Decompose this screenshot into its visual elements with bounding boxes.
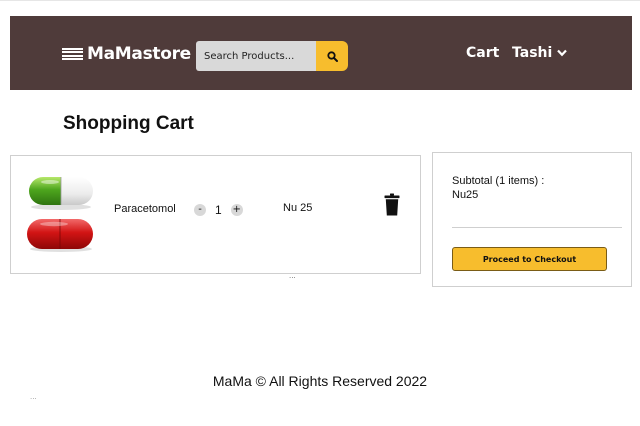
subtotal-label: Subtotal (1 items) : — [452, 175, 545, 187]
remove-item-button[interactable] — [384, 193, 400, 216]
cart-item-card: Paracetomol - 1 + Nu 25 — [10, 155, 421, 274]
search-bar — [196, 41, 348, 71]
trash-icon — [384, 193, 400, 216]
search-button[interactable] — [316, 41, 348, 71]
page-title: Shopping Cart — [63, 113, 194, 134]
hamburger-menu-icon[interactable] — [62, 47, 83, 61]
decrease-quantity-button[interactable]: - — [194, 204, 206, 216]
order-summary-card: Subtotal (1 items) : Nu25 Proceed to Che… — [432, 152, 632, 287]
truncation-indicator: ... — [289, 271, 296, 280]
increase-quantity-button[interactable]: + — [230, 204, 243, 216]
chevron-down-icon — [557, 49, 568, 57]
site-header: MaMastore Cart Tashi — [10, 16, 632, 90]
brand-link[interactable]: MaMastore — [62, 42, 191, 66]
proceed-to-checkout-button[interactable]: Proceed to Checkout — [452, 247, 607, 271]
subtotal-value: Nu25 — [452, 189, 479, 201]
item-price: Nu 25 — [283, 202, 313, 214]
capsule-pills-image — [27, 177, 93, 252]
footer-copyright: MaMa © All Rights Reserved 2022 — [212, 373, 428, 389]
quantity-value: 1 — [215, 203, 222, 217]
search-input[interactable] — [196, 41, 316, 71]
quantity-stepper: - 1 + — [194, 203, 243, 217]
user-name: Tashi — [512, 45, 553, 61]
product-name[interactable]: Paracetomol — [114, 203, 176, 215]
summary-divider — [452, 227, 622, 228]
top-border — [0, 0, 640, 1]
brand-name: MaMastore — [87, 44, 191, 64]
user-menu[interactable]: Tashi — [512, 45, 568, 61]
footer-truncation-indicator: ... — [30, 392, 37, 401]
nav-cart-link[interactable]: Cart — [466, 45, 499, 61]
search-icon — [326, 50, 338, 62]
